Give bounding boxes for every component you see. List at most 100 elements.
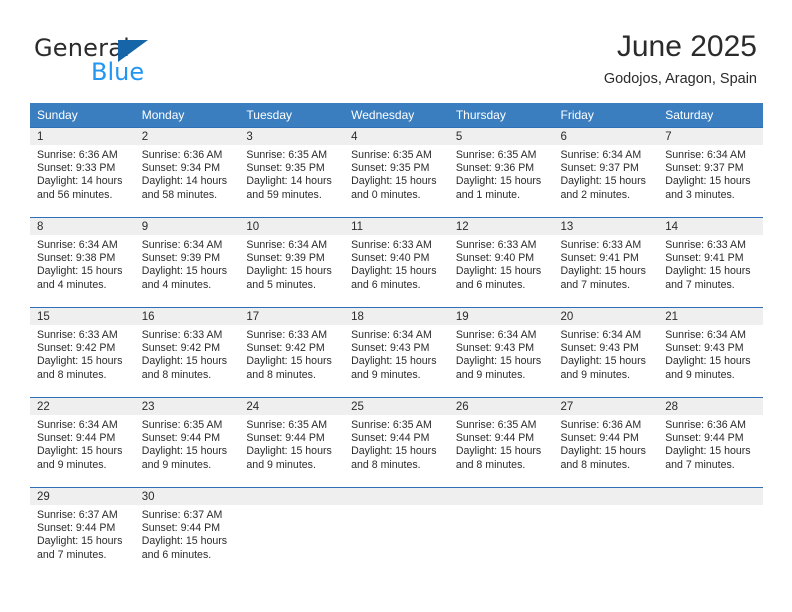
day-cell[interactable]: 15 Sunrise: 6:33 AM Sunset: 9:42 PM Dayligh… — [30, 307, 135, 398]
daylight-text: Daylight: 15 hours and 4 minutes. — [37, 265, 123, 291]
sunset-text: Sunset: 9:42 PM — [37, 342, 116, 355]
day-cell[interactable]: 17 Sunrise: 6:33 AM Sunset: 9:42 PM Dayligh… — [239, 307, 345, 398]
day-cell[interactable]: 5 Sunrise: 6:35 AM Sunset: 9:36 PM Daylight… — [448, 127, 554, 218]
calendar-header-row: Sunday Monday Tuesday Wednesday Thursday… — [30, 103, 763, 128]
sunrise-text: Sunrise: 6:33 AM — [455, 239, 537, 251]
weekday-header-saturday: Saturday — [658, 103, 763, 128]
day-cell[interactable]: 10 Sunrise: 6:34 AM Sunset: 9:39 PM Dayligh… — [239, 217, 345, 308]
day-number: 11 — [344, 218, 449, 235]
sunset-text: Sunset: 9:44 PM — [560, 432, 639, 445]
sunset-text: Sunset: 9:33 PM — [37, 162, 116, 175]
weekday-header-thursday: Thursday — [448, 103, 554, 128]
day-cell[interactable]: 11 Sunrise: 6:33 AM Sunset: 9:40 PM Dayligh… — [344, 217, 449, 308]
weekday-header-monday: Monday — [134, 103, 240, 128]
day-cell[interactable]: 28 Sunrise: 6:36 AM Sunset: 9:44 PM Dayligh… — [658, 397, 763, 488]
location-subtitle: Godojos, Aragon, Spain — [603, 71, 757, 87]
daylight-text: Daylight: 15 hours and 9 minutes. — [665, 355, 751, 381]
daylight-text: Daylight: 15 hours and 8 minutes. — [246, 355, 332, 381]
day-cell[interactable]: 14 Sunrise: 6:33 AM Sunset: 9:41 PM Dayligh… — [658, 217, 763, 308]
sunset-text: Sunset: 9:36 PM — [455, 162, 535, 175]
daylight-text: Daylight: 15 hours and 9 minutes. — [246, 445, 332, 471]
week-row: 15 Sunrise: 6:33 AM Sunset: 9:42 PM Dayligh… — [30, 307, 763, 398]
sunrise-text: Sunrise: 6:33 AM — [560, 239, 642, 251]
day-cell-empty — [553, 487, 659, 578]
day-cell[interactable]: 4 Sunrise: 6:35 AM Sunset: 9:35 PM Daylight… — [344, 127, 449, 218]
sunset-text: Sunset: 9:43 PM — [351, 342, 430, 355]
day-cell-empty — [344, 487, 449, 578]
day-cell-empty — [239, 487, 345, 578]
day-cell[interactable]: 6 Sunrise: 6:34 AM Sunset: 9:37 PM Daylight… — [553, 127, 659, 218]
day-cell[interactable]: 22 Sunrise: 6:34 AM Sunset: 9:44 PM Dayligh… — [30, 397, 135, 488]
day-number: 25 — [344, 398, 449, 415]
day-cell[interactable]: 9 Sunrise: 6:34 AM Sunset: 9:39 PM Daylight… — [134, 217, 240, 308]
day-cell[interactable]: 24 Sunrise: 6:35 AM Sunset: 9:44 PM Dayligh… — [239, 397, 345, 488]
sunset-text: Sunset: 9:34 PM — [141, 162, 221, 175]
calendar-body: 1 Sunrise: 6:36 AM Sunset: 9:33 PM Daylight… — [30, 127, 763, 578]
daylight-text: Daylight: 15 hours and 7 minutes. — [560, 265, 646, 291]
day-number: 17 — [239, 308, 345, 325]
sunrise-text: Sunrise: 6:35 AM — [141, 419, 223, 431]
day-number — [239, 488, 345, 505]
daylight-text: Daylight: 15 hours and 4 minutes. — [141, 265, 228, 291]
daylight-text: Daylight: 15 hours and 6 minutes. — [141, 535, 228, 561]
day-number: 19 — [448, 308, 554, 325]
sunset-text: Sunset: 9:43 PM — [560, 342, 639, 355]
weekday-header-tuesday: Tuesday — [239, 103, 345, 128]
sunrise-text: Sunrise: 6:33 AM — [246, 329, 328, 341]
day-cell[interactable]: 30 Sunrise: 6:37 AM Sunset: 9:44 PM Dayligh… — [134, 487, 240, 578]
day-number: 20 — [553, 308, 659, 325]
day-cell[interactable]: 20 Sunrise: 6:34 AM Sunset: 9:43 PM Dayligh… — [553, 307, 659, 398]
day-cell[interactable]: 2 Sunrise: 6:36 AM Sunset: 9:34 PM Daylight… — [134, 127, 240, 218]
week-row: 1 Sunrise: 6:36 AM Sunset: 9:33 PM Daylight… — [30, 127, 763, 218]
sunrise-text: Sunrise: 6:34 AM — [37, 419, 118, 431]
sunset-text: Sunset: 9:35 PM — [246, 162, 325, 175]
day-number: 15 — [30, 308, 135, 325]
day-cell[interactable]: 21 Sunrise: 6:34 AM Sunset: 9:43 PM Dayligh… — [658, 307, 763, 398]
day-number: 22 — [30, 398, 135, 415]
daylight-text: Daylight: 15 hours and 9 minutes. — [351, 355, 437, 381]
day-number: 26 — [448, 398, 554, 415]
day-number: 1 — [30, 128, 135, 145]
day-number — [448, 488, 554, 505]
week-row: 22 Sunrise: 6:34 AM Sunset: 9:44 PM Dayligh… — [30, 397, 763, 488]
sunset-text: Sunset: 9:43 PM — [665, 342, 744, 355]
sunset-text: Sunset: 9:44 PM — [455, 432, 535, 445]
day-cell-empty — [658, 487, 763, 578]
day-cell[interactable]: 19 Sunrise: 6:34 AM Sunset: 9:43 PM Dayligh… — [448, 307, 554, 398]
day-cell[interactable]: 29 Sunrise: 6:37 AM Sunset: 9:44 PM Dayligh… — [30, 487, 135, 578]
day-number — [344, 488, 449, 505]
day-cell[interactable]: 23 Sunrise: 6:35 AM Sunset: 9:44 PM Dayligh… — [134, 397, 240, 488]
day-cell[interactable]: 7 Sunrise: 6:34 AM Sunset: 9:37 PM Daylight… — [658, 127, 763, 218]
day-cell[interactable]: 1 Sunrise: 6:36 AM Sunset: 9:33 PM Daylight… — [30, 127, 135, 218]
daylight-text: Daylight: 15 hours and 8 minutes. — [351, 445, 437, 471]
sunrise-sunset-calendar: Sunday Monday Tuesday Wednesday Thursday… — [30, 103, 763, 578]
sunrise-text: Sunrise: 6:33 AM — [37, 329, 118, 341]
daylight-text: Daylight: 15 hours and 8 minutes. — [455, 445, 542, 471]
daylight-text: Daylight: 14 hours and 59 minutes. — [246, 175, 332, 201]
sunset-text: Sunset: 9:41 PM — [560, 252, 639, 265]
sunset-text: Sunset: 9:39 PM — [141, 252, 221, 265]
daylight-text: Daylight: 15 hours and 8 minutes. — [560, 445, 646, 471]
sunset-text: Sunset: 9:40 PM — [455, 252, 535, 265]
sunset-text: Sunset: 9:39 PM — [246, 252, 325, 265]
week-row: 29 Sunrise: 6:37 AM Sunset: 9:44 PM Dayligh… — [30, 487, 763, 578]
day-cell[interactable]: 18 Sunrise: 6:34 AM Sunset: 9:43 PM Dayligh… — [344, 307, 449, 398]
daylight-text: Daylight: 14 hours and 58 minutes. — [141, 175, 228, 201]
daylight-text: Daylight: 14 hours and 56 minutes. — [37, 175, 123, 201]
day-cell[interactable]: 12 Sunrise: 6:33 AM Sunset: 9:40 PM Dayligh… — [448, 217, 554, 308]
day-number: 23 — [134, 398, 240, 415]
sunrise-text: Sunrise: 6:33 AM — [351, 239, 432, 251]
day-cell[interactable]: 13 Sunrise: 6:33 AM Sunset: 9:41 PM Dayligh… — [553, 217, 659, 308]
day-number: 29 — [30, 488, 135, 505]
day-cell[interactable]: 3 Sunrise: 6:35 AM Sunset: 9:35 PM Daylight… — [239, 127, 345, 218]
day-cell[interactable]: 25 Sunrise: 6:35 AM Sunset: 9:44 PM Dayligh… — [344, 397, 449, 488]
day-cell[interactable]: 27 Sunrise: 6:36 AM Sunset: 9:44 PM Dayligh… — [553, 397, 659, 488]
day-cell[interactable]: 16 Sunrise: 6:33 AM Sunset: 9:42 PM Dayligh… — [134, 307, 240, 398]
sunset-text: Sunset: 9:37 PM — [560, 162, 639, 175]
sunrise-text: Sunrise: 6:35 AM — [246, 419, 328, 431]
sunrise-text: Sunrise: 6:36 AM — [37, 149, 118, 161]
day-cell[interactable]: 8 Sunrise: 6:34 AM Sunset: 9:38 PM Daylight… — [30, 217, 135, 308]
day-cell[interactable]: 26 Sunrise: 6:35 AM Sunset: 9:44 PM Dayligh… — [448, 397, 554, 488]
week-row: 8 Sunrise: 6:34 AM Sunset: 9:38 PM Daylight… — [30, 217, 763, 308]
sunrise-text: Sunrise: 6:37 AM — [37, 509, 118, 521]
